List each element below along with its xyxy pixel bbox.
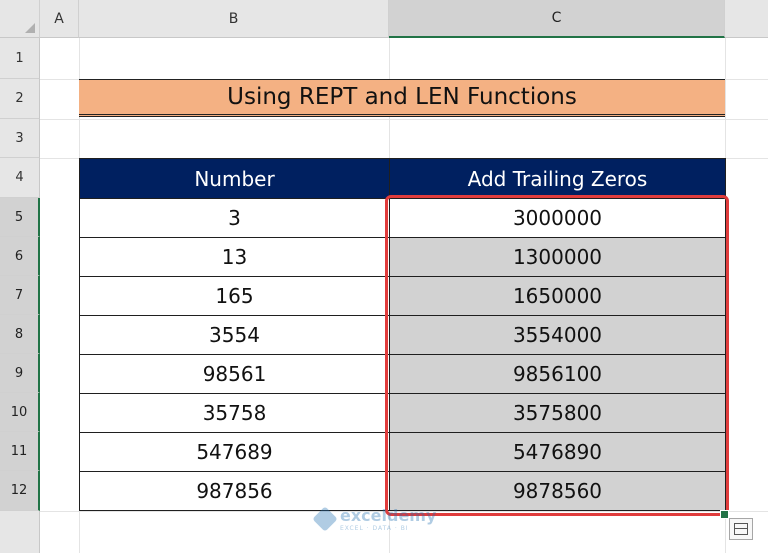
table-row: 547689 5476890: [79, 432, 726, 472]
column-header-c[interactable]: C: [389, 0, 725, 38]
number-cell[interactable]: 13: [79, 237, 390, 277]
table-row: 98561 9856100: [79, 354, 726, 394]
exceldemy-logo-icon: [312, 506, 338, 532]
quick-analysis-icon: [734, 523, 748, 535]
table-row: 165 1650000: [79, 276, 726, 316]
row-header-11[interactable]: 11: [0, 432, 40, 471]
row-header-7[interactable]: 7: [0, 276, 40, 315]
result-cell[interactable]: 9878560: [389, 471, 726, 511]
table-row: 987856 9878560: [79, 471, 726, 511]
column-header-empty[interactable]: [725, 0, 768, 38]
exceldemy-watermark: exceldemy EXCEL · DATA · BI: [312, 506, 437, 532]
watermark-tagline: EXCEL · DATA · BI: [340, 525, 409, 532]
result-cell[interactable]: 5476890: [389, 432, 726, 472]
table-header-row: Number Add Trailing Zeros: [79, 158, 726, 199]
data-table: Number Add Trailing Zeros 3 3000000 13 1…: [79, 158, 726, 511]
row-header-6[interactable]: 6: [0, 237, 40, 276]
row-header-4[interactable]: 4: [0, 158, 40, 198]
number-cell[interactable]: 165: [79, 276, 390, 316]
row-header-12[interactable]: 12: [0, 471, 40, 511]
column-header-a[interactable]: A: [40, 0, 79, 38]
header-add-trailing-zeros[interactable]: Add Trailing Zeros: [389, 158, 726, 199]
number-cell[interactable]: 98561: [79, 354, 390, 394]
spreadsheet: A B C 1 2 3 4 5 6 7 8 9 10 11 12 Using R…: [0, 0, 768, 553]
result-cell[interactable]: 3554000: [389, 315, 726, 355]
gridline: [40, 119, 768, 120]
row-header-8[interactable]: 8: [0, 315, 40, 354]
row-header-5[interactable]: 5: [0, 198, 40, 237]
fill-handle[interactable]: [720, 510, 729, 519]
row-header-10[interactable]: 10: [0, 393, 40, 432]
number-cell[interactable]: 3: [79, 198, 390, 238]
watermark-brand: exceldemy: [340, 506, 437, 525]
number-cell[interactable]: 987856: [79, 471, 390, 511]
row-header-1[interactable]: 1: [0, 38, 40, 79]
result-cell[interactable]: 1650000: [389, 276, 726, 316]
number-cell[interactable]: 547689: [79, 432, 390, 472]
column-header-b[interactable]: B: [79, 0, 389, 38]
header-number[interactable]: Number: [79, 158, 390, 199]
table-row: 35758 3575800: [79, 393, 726, 433]
row-header-3[interactable]: 3: [0, 119, 40, 158]
row-header-2[interactable]: 2: [0, 79, 40, 119]
row-header-9[interactable]: 9: [0, 354, 40, 393]
quick-analysis-button[interactable]: [729, 518, 753, 540]
table-row: 3 3000000: [79, 198, 726, 238]
table-row: 3554 3554000: [79, 315, 726, 355]
select-all-corner[interactable]: [0, 0, 40, 38]
result-cell[interactable]: 9856100: [389, 354, 726, 394]
row-header-blank: [0, 511, 40, 553]
table-row: 13 1300000: [79, 237, 726, 277]
sheet-title-cell[interactable]: Using REPT and LEN Functions: [79, 79, 725, 117]
number-cell[interactable]: 35758: [79, 393, 390, 433]
result-cell[interactable]: 1300000: [389, 237, 726, 277]
result-cell[interactable]: 3000000: [389, 198, 726, 238]
result-cell[interactable]: 3575800: [389, 393, 726, 433]
number-cell[interactable]: 3554: [79, 315, 390, 355]
